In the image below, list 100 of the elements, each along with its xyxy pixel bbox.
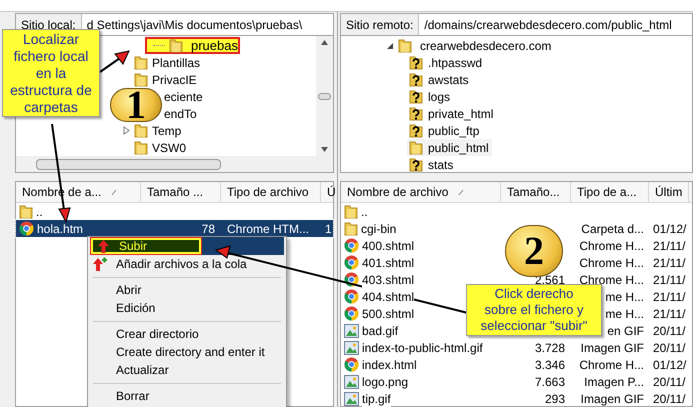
chrome-icon <box>19 221 34 236</box>
file-size: 78 <box>202 220 215 238</box>
folder-name: Plantillas <box>152 54 200 72</box>
column-header[interactable]: Tamaño ... <box>141 182 221 202</box>
unknown-folder-icon <box>409 72 423 87</box>
file-row[interactable]: hola.htm 78 Chrome HTM... 1 <box>16 220 333 237</box>
file-type: Chrome H... <box>579 238 644 254</box>
tree-item[interactable]: Temp <box>123 122 182 139</box>
unknown-folder-icon <box>409 89 423 104</box>
tree-item[interactable]: Plantillas <box>123 54 200 71</box>
menu-item[interactable]: Actualizar <box>90 361 284 379</box>
file-date: 20/11/ <box>653 390 686 407</box>
folder-icon <box>134 123 148 138</box>
chrome-icon <box>344 238 359 253</box>
menu-item[interactable]: Crear directorio <box>90 325 284 343</box>
file-date: 21/11/ <box>653 288 686 306</box>
file-name: hola.htm <box>37 220 84 238</box>
folder-icon <box>134 55 148 70</box>
file-date: 21/11/ <box>653 254 686 272</box>
file-type: me H... <box>605 306 644 322</box>
folder-name: logs <box>428 88 450 106</box>
folder-icon <box>134 140 148 155</box>
folder-name: public_html <box>428 140 489 156</box>
tree-item[interactable]: public_ftp <box>407 122 482 139</box>
unknown-folder-icon <box>409 55 423 70</box>
file-date: 20/11/ <box>653 340 686 356</box>
file-type: en GIF <box>607 322 644 340</box>
image-file-icon <box>344 374 359 388</box>
menu-item[interactable]: Borrar <box>90 387 284 405</box>
menu-item[interactable]: Edición <box>90 299 284 317</box>
tree-item[interactable]: logs <box>407 88 454 105</box>
file-type: Chrome HTM... <box>227 220 310 238</box>
vertical-scrollbar[interactable] <box>316 36 333 156</box>
folder-name: PrivacIE <box>152 72 197 88</box>
tree-item[interactable]: .htpasswd <box>407 54 486 71</box>
file-type: Imagen P... <box>584 374 644 390</box>
file-size: 7.663 <box>534 374 565 390</box>
folder-icon <box>398 38 412 53</box>
file-name: .. <box>36 204 43 220</box>
tree-item[interactable]: public_html <box>407 139 492 156</box>
image-file-icon <box>344 392 359 406</box>
expand-icon[interactable] <box>123 126 130 135</box>
folder-icon <box>409 140 423 155</box>
column-header[interactable]: Tipo de archivo <box>221 182 321 202</box>
chrome-icon <box>344 289 359 304</box>
tree-item[interactable]: private_html <box>407 105 496 122</box>
image-file-icon <box>344 340 359 354</box>
sort-icon <box>111 188 118 196</box>
file-date: 01/12/ <box>653 356 686 374</box>
folder-name: private_html <box>428 106 494 122</box>
file-row[interactable]: .. <box>16 203 333 220</box>
menu-item[interactable]: Añadir archivos a la cola <box>90 255 284 273</box>
file-date: 01/12/ <box>653 220 686 238</box>
folder-icon <box>19 204 33 219</box>
chrome-icon <box>344 306 359 321</box>
folder-name: crearwebdesdecero.com <box>419 38 552 54</box>
collapse-icon[interactable] <box>387 42 393 48</box>
up-arrow-icon <box>98 240 108 252</box>
tree-item[interactable]: stats <box>407 156 456 172</box>
column-header[interactable]: Tipo de a... <box>571 182 649 202</box>
column-header[interactable]: Nombre de archivo <box>341 182 501 202</box>
tree-item[interactable]: endTo <box>164 105 197 122</box>
chrome-icon <box>344 255 359 270</box>
image-file-icon <box>344 324 359 338</box>
unknown-folder-icon <box>409 123 423 138</box>
scroll-thumb[interactable] <box>318 92 331 100</box>
file-type: Imagen GIF <box>580 340 644 356</box>
tree-item[interactable]: awstats <box>407 71 472 88</box>
folder-name: awstats <box>428 72 469 88</box>
file-date: 21/11/ <box>653 238 686 254</box>
column-header[interactable]: Últim <box>649 182 690 202</box>
file-size: 3.728 <box>534 340 565 356</box>
add-to-queue-icon <box>93 257 107 271</box>
tree-item[interactable]: PrivacIE <box>123 71 197 88</box>
tree-item[interactable]: crearwebdesdecero.com <box>387 37 552 54</box>
column-header[interactable]: Tamaño... <box>501 182 571 202</box>
folder-name: VSW0 <box>152 140 186 156</box>
folder-name: Temp <box>152 122 182 140</box>
pointer-arrow <box>99 50 130 73</box>
tree-item[interactable]: VSW0 <box>123 139 186 156</box>
unknown-folder-icon <box>409 157 423 172</box>
horizontal-scrollbar[interactable] <box>15 156 334 173</box>
file-type: me H... <box>605 288 644 306</box>
chrome-icon <box>344 272 359 287</box>
scroll-down-icon[interactable] <box>321 147 328 152</box>
file-date: 20/11/ <box>653 374 686 390</box>
callout: Localizar fichero local en la estructura de carpetas <box>2 29 100 117</box>
folder-name: .htpasswd <box>428 54 482 72</box>
menu-item[interactable]: Abrir <box>90 281 284 299</box>
tree-item[interactable]: eciente <box>164 88 203 105</box>
file-date: 20/11/ <box>653 322 686 340</box>
unknown-folder-icon <box>409 106 423 121</box>
menu-item[interactable]: Create directory and enter it <box>90 343 284 361</box>
scroll-up-icon[interactable] <box>321 40 328 45</box>
tree-item[interactable]: pruebas <box>145 37 240 54</box>
file-type: Carpeta d... <box>581 220 644 238</box>
callout: Click derecho sobre el fichero y seleccionar "subir" <box>466 284 602 336</box>
menu-item[interactable]: Subir <box>90 237 284 255</box>
file-date: 21/11/ <box>653 272 686 288</box>
file-type: Chrome H... <box>579 356 644 374</box>
